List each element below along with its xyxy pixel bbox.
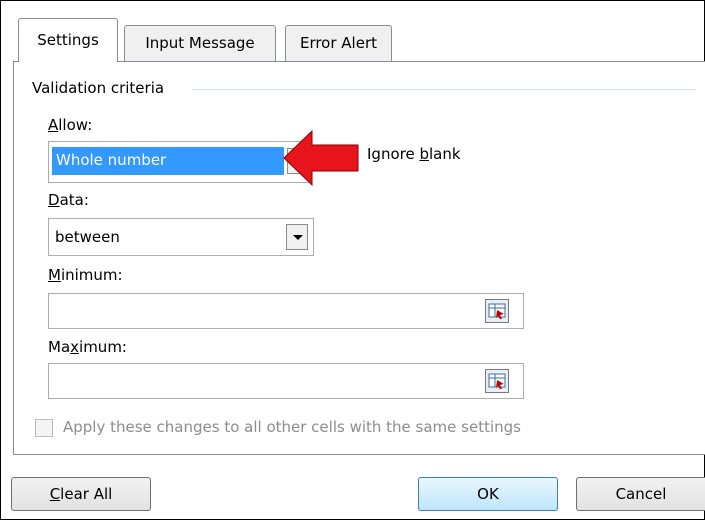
apply-all-checkbox[interactable] [35,419,53,437]
red-arrow-annotation-icon [283,129,359,187]
data-dropdown-icon[interactable] [286,224,308,250]
data-label: Data: [48,191,89,209]
tab-input-message[interactable]: Input Message [124,25,276,61]
maximum-input[interactable] [48,363,524,399]
ignore-blank-label: Ignore blank [367,145,461,163]
allow-select[interactable]: Whole number [48,141,312,183]
clear-all-button[interactable]: Clear All [11,477,151,511]
range-select-icon[interactable] [485,299,509,323]
allow-label: Allow: [48,116,93,134]
ok-button[interactable]: OK [418,477,558,511]
tab-settings[interactable]: Settings [18,18,118,62]
tab-error-alert[interactable]: Error Alert [285,25,392,61]
section-title: Validation criteria [32,79,165,97]
allow-value: Whole number [52,147,284,175]
cancel-button[interactable]: Cancel [576,477,705,511]
range-select-icon[interactable] [485,369,509,393]
apply-all-label: Apply these changes to all other cells w… [63,418,521,436]
section-divider [192,89,695,90]
data-select[interactable]: between [48,218,314,256]
minimum-label: Minimum: [48,266,123,284]
minimum-input[interactable] [48,293,524,329]
data-value: between [55,228,120,246]
maximum-label: Maximum: [48,338,127,356]
